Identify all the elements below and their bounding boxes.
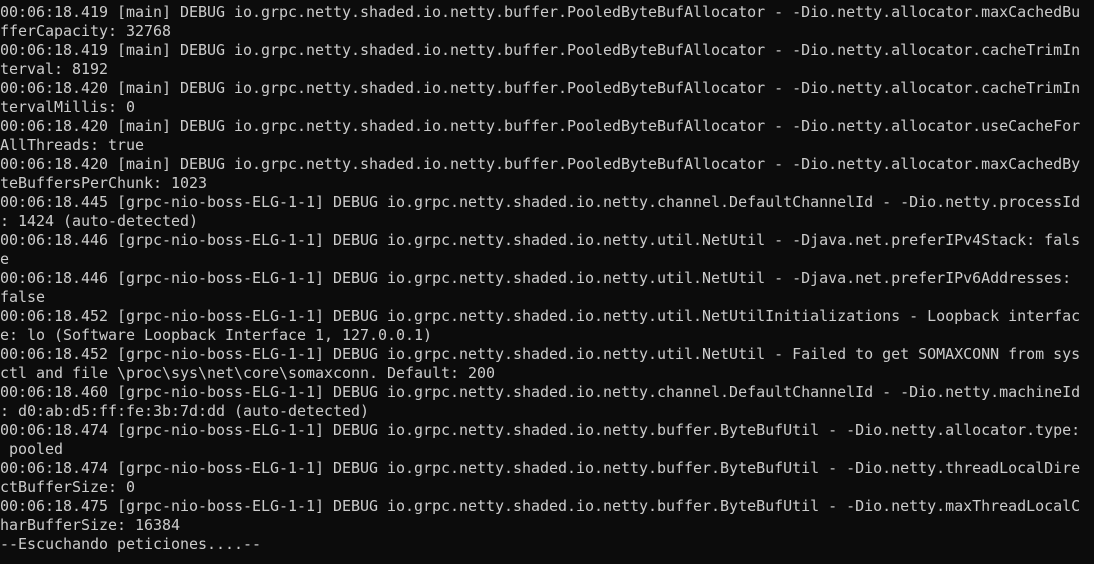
terminal-line: 00:06:18.419 [main] DEBUG io.grpc.netty.… [0,41,1081,59]
terminal-line: e: lo (Software Loopback Interface 1, 12… [0,326,433,344]
terminal-line: ctl and file \proc\sys\net\core\somaxcon… [0,364,496,382]
terminal-line: 00:06:18.420 [main] DEBUG io.grpc.netty.… [0,79,1081,97]
terminal-line: 00:06:18.475 [grpc-nio-boss-ELG-1-1] DEB… [0,497,1081,515]
terminal-line: 00:06:18.474 [grpc-nio-boss-ELG-1-1] DEB… [0,459,1081,477]
terminal-line: terval: 8192 [0,60,109,78]
terminal-line: teBuffersPerChunk: 1023 [0,174,208,192]
terminal-output[interactable]: 00:06:18.419 [main] DEBUG io.grpc.netty.… [0,0,1094,554]
terminal-line: ctBufferSize: 0 [0,478,136,496]
terminal-line: : 1424 (auto-detected) [0,212,199,230]
terminal-line: harBufferSize: 16384 [0,516,181,534]
terminal-line: --Escuchando peticiones....-- [0,535,262,553]
terminal-line: 00:06:18.474 [grpc-nio-boss-ELG-1-1] DEB… [0,421,1081,439]
terminal-line: 00:06:18.452 [grpc-nio-boss-ELG-1-1] DEB… [0,345,1081,363]
terminal-line: 00:06:18.460 [grpc-nio-boss-ELG-1-1] DEB… [0,383,1081,401]
terminal-line: pooled [0,440,64,458]
terminal-line: fferCapacity: 32768 [0,22,172,40]
terminal-line: 00:06:18.445 [grpc-nio-boss-ELG-1-1] DEB… [0,193,1081,211]
terminal-line: 00:06:18.419 [main] DEBUG io.grpc.netty.… [0,3,1081,21]
terminal-line: false [0,288,46,306]
terminal-line: tervalMillis: 0 [0,98,136,116]
terminal-line: 00:06:18.452 [grpc-nio-boss-ELG-1-1] DEB… [0,307,1081,325]
terminal-line: AllThreads: true [0,136,145,154]
terminal-line: 00:06:18.420 [main] DEBUG io.grpc.netty.… [0,117,1081,135]
terminal-line: 00:06:18.446 [grpc-nio-boss-ELG-1-1] DEB… [0,231,1081,249]
terminal-line: e [0,250,10,268]
terminal-line: : d0:ab:d5:ff:fe:3b:7d:dd (auto-detected… [0,402,370,420]
terminal-line: 00:06:18.446 [grpc-nio-boss-ELG-1-1] DEB… [0,269,1072,287]
terminal-line: 00:06:18.420 [main] DEBUG io.grpc.netty.… [0,155,1081,173]
